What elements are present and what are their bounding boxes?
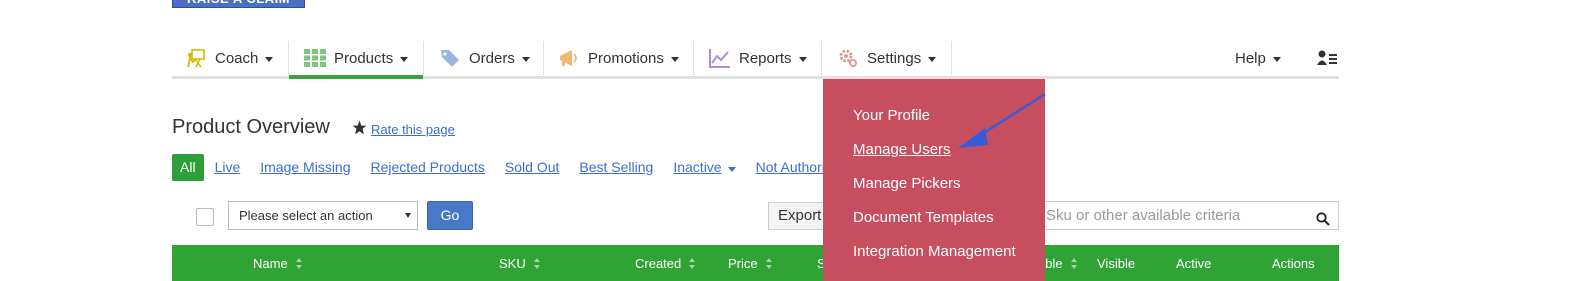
table-header: Name SKU Created Price S able Visible Ac… <box>172 245 1339 281</box>
chevron-down-icon <box>798 56 807 62</box>
column-header-label: Created <box>635 256 682 271</box>
column-header-active[interactable]: Active <box>1176 256 1211 271</box>
nav-item-reports[interactable]: Reports <box>709 37 807 79</box>
go-button[interactable]: Go <box>427 201 473 230</box>
active-tab-indicator <box>289 75 423 79</box>
column-header-label: Name <box>253 256 288 271</box>
column-header-label: Visible <box>1097 256 1136 271</box>
chevron-down-icon <box>928 56 937 62</box>
chevron-down-icon <box>265 56 274 62</box>
column-header-label: Price <box>728 256 758 271</box>
menu-item-document-templates[interactable]: Document Templates <box>853 209 994 226</box>
filter-best-selling[interactable]: Best Selling <box>579 159 653 175</box>
select-all-checkbox[interactable] <box>196 208 214 226</box>
grid-icon <box>304 47 326 69</box>
nav-divider <box>543 41 544 75</box>
nav-divider <box>693 41 694 75</box>
bulk-action-value: Please select an action <box>239 208 373 223</box>
rate-this-page[interactable]: Rate this page <box>352 120 455 138</box>
chart-icon <box>709 47 731 69</box>
nav-item-coach[interactable]: Coach <box>185 37 274 79</box>
filter-image-missing[interactable]: Image Missing <box>260 159 350 175</box>
page-title: Product Overview <box>172 116 330 138</box>
search-icon[interactable] <box>1316 208 1330 235</box>
chevron-down-icon <box>521 56 530 62</box>
chevron-down-icon <box>400 56 409 62</box>
main-nav: Coach Products Orders Promotions Reports… <box>172 37 1339 79</box>
column-header-label: SKU <box>499 256 526 271</box>
star-icon <box>352 120 367 138</box>
nav-item-promotions[interactable]: Promotions <box>558 37 679 79</box>
column-header-label: Actions <box>1272 256 1315 271</box>
filter-inactive[interactable]: Inactive <box>673 159 736 175</box>
search-input[interactable]: Sku or other available criteria <box>1000 201 1339 230</box>
nav-item-help[interactable]: Help <box>1235 37 1281 79</box>
nav-item-settings[interactable]: Settings <box>837 37 937 79</box>
menu-item-manage-pickers[interactable]: Manage Pickers <box>853 175 961 192</box>
settings-dropdown-menu: Your Profile Manage Users Manage Pickers… <box>823 79 1045 281</box>
coach-icon <box>185 47 207 69</box>
megaphone-icon <box>558 47 580 69</box>
filter-sold-out[interactable]: Sold Out <box>505 159 559 175</box>
nav-item-products[interactable]: Products <box>304 37 409 79</box>
sort-icon <box>765 258 772 269</box>
nav-label: Settings <box>867 49 922 67</box>
nav-label: Reports <box>739 49 792 67</box>
chevron-down-icon <box>1272 56 1281 62</box>
chevron-down-icon <box>670 56 679 62</box>
rate-link[interactable]: Rate this page <box>371 122 455 137</box>
column-header-created[interactable]: Created <box>635 256 696 271</box>
nav-label: Help <box>1235 49 1266 67</box>
filter-tabs: All Live Image Missing Rejected Products… <box>172 153 867 181</box>
search-placeholder: Sku or other available criteria <box>1046 207 1241 224</box>
filter-live[interactable]: Live <box>215 159 241 175</box>
user-menu-icon[interactable] <box>1317 37 1339 79</box>
chevron-down-icon <box>405 213 411 218</box>
menu-item-your-profile[interactable]: Your Profile <box>853 107 930 124</box>
sort-icon <box>1070 258 1077 269</box>
chevron-down-icon <box>727 167 736 172</box>
sort-icon <box>533 258 540 269</box>
column-header-name[interactable]: Name <box>253 256 302 271</box>
column-header-visible[interactable]: Visible <box>1097 256 1135 271</box>
nav-item-orders[interactable]: Orders <box>439 37 530 79</box>
sort-icon <box>689 258 696 269</box>
nav-divider <box>821 41 822 75</box>
filter-rejected-products[interactable]: Rejected Products <box>371 159 485 175</box>
menu-item-integration-management[interactable]: Integration Management <box>853 243 1016 260</box>
column-header-sku[interactable]: SKU <box>499 256 540 271</box>
nav-divider <box>288 41 289 75</box>
raise-claim-button[interactable]: RAISE A CLAIM <box>172 0 305 8</box>
nav-divider <box>423 41 424 75</box>
gear-icon <box>837 47 859 69</box>
nav-label: Promotions <box>588 49 664 67</box>
nav-divider <box>951 41 952 75</box>
tag-icon <box>439 47 461 69</box>
nav-label: Orders <box>469 49 515 67</box>
sort-icon <box>295 258 302 269</box>
filter-inactive-label: Inactive <box>673 159 722 175</box>
bulk-action-select[interactable]: Please select an action <box>228 201 418 230</box>
nav-label: Coach <box>215 49 259 67</box>
column-header-label: Active <box>1176 256 1212 271</box>
column-header-price[interactable]: Price <box>728 256 772 271</box>
menu-item-manage-users[interactable]: Manage Users <box>853 141 951 158</box>
filter-all[interactable]: All <box>172 153 204 181</box>
column-header-actions: Actions <box>1272 256 1315 271</box>
nav-label: Products <box>334 49 394 67</box>
